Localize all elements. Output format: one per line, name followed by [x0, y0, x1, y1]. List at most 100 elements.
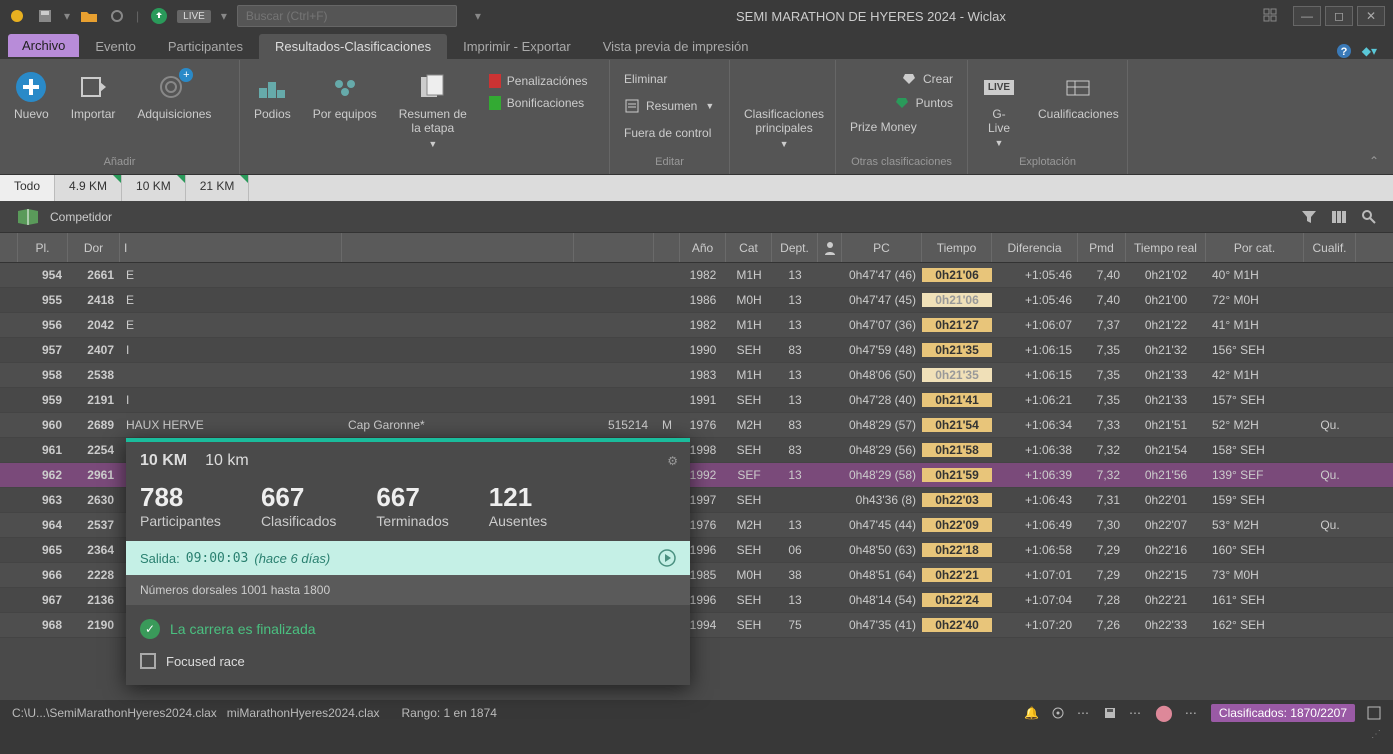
start-time-row[interactable]: Salida: 09:00:03 (hace 6 días) [126, 541, 690, 575]
play-icon[interactable] [658, 549, 676, 567]
filter-icon[interactable] [1301, 210, 1317, 224]
ribbon-cualificaciones[interactable]: Cualificaciones [1034, 68, 1123, 123]
bell-icon[interactable]: 🔔 [1024, 706, 1039, 720]
ribbon-adquisiciones[interactable]: + Adquisiciones [133, 68, 215, 123]
table-row[interactable]: 9602689HAUX HERVECap Garonne*515214M1976… [0, 413, 1393, 438]
ribbon-resumen-etapa[interactable]: Resumen de la etapa ▼ [395, 68, 471, 151]
ribbon-fuera[interactable]: Fuera de control [620, 124, 718, 142]
ribbon-nuevo[interactable]: Nuevo [10, 68, 53, 123]
menu-file[interactable]: Archivo [8, 34, 79, 57]
col-tr[interactable]: Tiempo real [1126, 233, 1206, 262]
menu-preview[interactable]: Vista previa de impresión [587, 34, 765, 59]
col-ano[interactable]: Año [680, 233, 726, 262]
dots-icon[interactable]: ⋯ [1077, 706, 1091, 720]
cell-dor: 2961 [68, 468, 120, 482]
col-dif[interactable]: Diferencia [992, 233, 1078, 262]
col-dept[interactable]: Dept. [772, 233, 818, 262]
cell-cat: M1H [726, 368, 772, 382]
cell-pl: 954 [18, 268, 68, 282]
book-icon[interactable] [16, 207, 42, 227]
menu-participants[interactable]: Participantes [152, 34, 259, 59]
col-nm[interactable]: I [120, 233, 342, 262]
dropdown-collapse-icon[interactable]: ▾ [475, 9, 481, 23]
table-row[interactable]: 9552418E1986M0H130h47'47 (45)0h21'06+1:0… [0, 288, 1393, 313]
ribbon-collapse[interactable]: ⌃ [1369, 60, 1393, 174]
dots-icon[interactable]: ⋯ [1185, 706, 1199, 720]
dropdown-arrow-icon[interactable]: ▾ [221, 9, 227, 23]
ribbon-resumen[interactable]: Resumen▼ [620, 96, 718, 116]
col-club[interactable] [342, 233, 574, 262]
save-icon[interactable] [36, 7, 54, 25]
col-pl[interactable]: Pl. [18, 233, 68, 262]
col-dor[interactable]: Dor [68, 233, 120, 262]
ribbon-crear[interactable]: Crear [846, 70, 957, 88]
ribbon-glive[interactable]: LIVE G-Live ▼ [978, 68, 1020, 150]
col-tiempo[interactable]: Tiempo [922, 233, 992, 262]
resize-grip-icon[interactable]: ⋰ [1371, 729, 1381, 740]
col-sx[interactable] [654, 233, 680, 262]
refresh-icon[interactable] [108, 7, 126, 25]
columns-icon[interactable] [1331, 210, 1347, 224]
cloud-sync-icon[interactable] [149, 7, 167, 25]
cell-name: E [120, 293, 342, 307]
ribbon-bonificaciones[interactable]: Bonificaciones [485, 94, 592, 112]
save-status-icon[interactable] [1103, 706, 1117, 720]
ribbon-puntos[interactable]: Puntos [846, 94, 957, 112]
col-porcat[interactable]: Por cat. [1206, 233, 1304, 262]
checkbox[interactable] [140, 653, 156, 669]
table-row[interactable]: 95825381983M1H130h48'06 (50)0h21'35+1:06… [0, 363, 1393, 388]
ribbon-prize[interactable]: Prize Money [846, 118, 957, 136]
ribbon-porequipos[interactable]: Por equipos [309, 68, 381, 123]
ribbon-importar[interactable]: Importar [67, 68, 120, 123]
col-lic[interactable] [574, 233, 654, 262]
pink-dot-icon[interactable]: ⬤ [1155, 703, 1173, 723]
open-folder-icon[interactable] [80, 7, 98, 25]
dots-icon[interactable]: ⋯ [1129, 706, 1143, 720]
maximize-button[interactable]: ◻ [1325, 6, 1353, 26]
menu-event[interactable]: Evento [79, 34, 151, 59]
gear-icon[interactable]: ⚙ [667, 454, 678, 468]
col-cat[interactable]: Cat [726, 233, 772, 262]
menu-print[interactable]: Imprimir - Exportar [447, 34, 587, 59]
expand-icon[interactable] [1367, 706, 1381, 720]
ribbon-eliminar[interactable]: Eliminar [620, 70, 718, 88]
cell-lic: 515214 [574, 418, 654, 432]
tab-49km[interactable]: 4.9 KM [55, 175, 122, 201]
check-icon: ✓ [140, 619, 160, 639]
col-cual[interactable]: Cualif. [1304, 233, 1356, 262]
tab-10km[interactable]: 10 KM [122, 175, 186, 201]
diamond-icon[interactable]: ◆▾ [1362, 44, 1377, 58]
ribbon-label: Por equipos [313, 107, 377, 121]
dropdown-arrow-icon[interactable]: ▾ [64, 9, 70, 23]
window-grid-icon[interactable] [1261, 6, 1279, 24]
ribbon: Nuevo Importar + Adquisiciones Añadir Po… [0, 60, 1393, 175]
minimize-button[interactable]: — [1293, 6, 1321, 26]
help-icon[interactable]: ? [1336, 43, 1352, 59]
close-button[interactable]: ✕ [1357, 6, 1385, 26]
target-icon[interactable] [1051, 706, 1065, 720]
menu-results[interactable]: Resultados-Clasificaciones [259, 34, 447, 59]
cell-pl: 956 [18, 318, 68, 332]
table-row[interactable]: 9542661E1982M1H130h47'47 (46)0h21'06+1:0… [0, 263, 1393, 288]
ribbon-label: Penalizaciónes [507, 74, 588, 88]
col-pmd[interactable]: Pmd [1078, 233, 1126, 262]
tab-todo[interactable]: Todo [0, 175, 55, 201]
cell-dif: +1:06:39 [992, 468, 1078, 482]
search-input[interactable] [237, 5, 457, 27]
cell-porcat: 161° SEH [1206, 593, 1304, 607]
search-page-icon[interactable] [1361, 209, 1377, 225]
cell-dor: 2689 [68, 418, 120, 432]
cell-name: E [120, 268, 342, 282]
focused-race-row[interactable]: Focused race [126, 653, 690, 685]
tab-21km[interactable]: 21 KM [186, 175, 250, 201]
col-person-icon[interactable] [818, 233, 842, 262]
table-row[interactable]: 9572407I1990SEH830h47'59 (48)0h21'35+1:0… [0, 338, 1393, 363]
table-row[interactable]: 9562042E1982M1H130h47'07 (36)0h21'27+1:0… [0, 313, 1393, 338]
col-pc[interactable]: PC [842, 233, 922, 262]
ribbon-penalizaciones[interactable]: Penalizaciónes [485, 72, 592, 90]
race-info-popup: 10 KM 10 km ⚙ 788Participantes 667Clasif… [126, 438, 690, 685]
table-row[interactable]: 9592191I1991SEH130h47'28 (40)0h21'41+1:0… [0, 388, 1393, 413]
ribbon-podios[interactable]: Podios [250, 68, 295, 123]
ribbon-clasificaciones[interactable]: Clasificaciones principales ▼ [740, 68, 828, 151]
live-badge[interactable]: LIVE [177, 10, 211, 23]
